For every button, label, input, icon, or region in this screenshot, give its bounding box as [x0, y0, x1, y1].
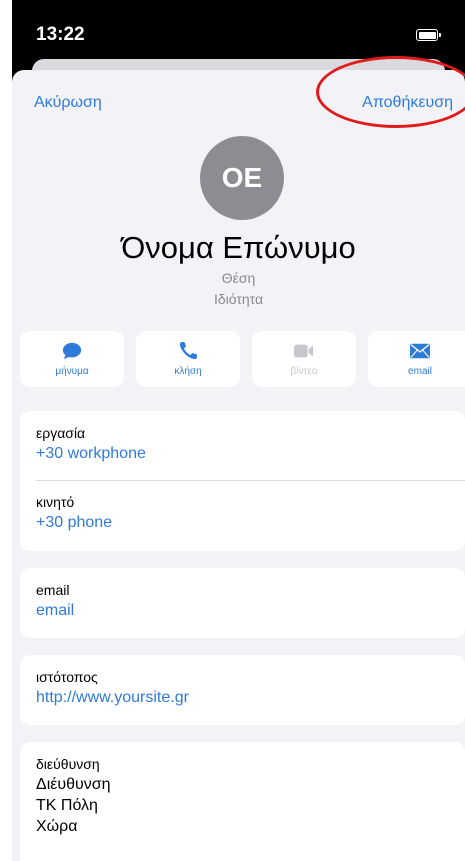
phone-screen: 13:22 Ακύρωση Αποθήκευση OE Όνομα Επώνυμ…	[12, 0, 465, 861]
contact-name: Όνομα Επώνυμο	[121, 230, 356, 265]
contact-edit-sheet: Ακύρωση Αποθήκευση OE Όνομα Επώνυμο Θέση…	[12, 56, 465, 861]
annotation-circle	[316, 56, 465, 128]
email-button[interactable]: email	[368, 331, 465, 387]
address-field[interactable]: διεύθυνση Διέυθυνση ΤΚ Πόλη Χώρα	[36, 756, 465, 837]
call-label: κλήση	[174, 366, 202, 377]
address-line-street: Διέυθυνση	[36, 776, 111, 793]
email-field-label: email	[36, 582, 70, 598]
phone-field-mobile[interactable]: κινητό +30 phone	[36, 494, 465, 532]
job-title: Θέση	[221, 270, 256, 286]
company: Ιδιότητα	[213, 291, 264, 307]
cancel-button[interactable]: Ακύρωση	[34, 94, 102, 112]
email-card: email email	[20, 568, 465, 638]
call-button[interactable]: κλήση	[136, 331, 240, 387]
email-field[interactable]: email email	[36, 582, 465, 620]
mail-icon	[410, 341, 430, 361]
divider	[36, 480, 465, 481]
battery-icon	[416, 29, 441, 41]
phone-value-mobile[interactable]: +30 phone	[36, 514, 465, 532]
message-label: μήνυμα	[55, 366, 89, 377]
phone-card: εργασία +30 workphone κινητό +30 phone	[20, 411, 465, 551]
website-label: ιστότοπος	[36, 669, 98, 685]
phone-label-work: εργασία	[36, 425, 86, 441]
message-button[interactable]: μήνυμα	[20, 331, 124, 387]
address-line-country: Χώρα	[36, 818, 78, 835]
video-button[interactable]: βίντεο	[252, 331, 356, 387]
avatar-initials: OE	[221, 162, 263, 193]
avatar[interactable]: OE	[200, 136, 284, 220]
email-label: email	[408, 366, 432, 377]
status-time: 13:22	[36, 24, 85, 45]
video-icon	[294, 341, 314, 361]
status-bar: 13:22	[12, 0, 465, 62]
website-value[interactable]: http://www.yoursite.gr	[36, 689, 465, 707]
address-line-city: ΤΚ Πόλη	[36, 797, 98, 814]
video-label: βίντεο	[290, 366, 318, 377]
address-card: διεύθυνση Διέυθυνση ΤΚ Πόλη Χώρα	[20, 742, 465, 861]
message-icon	[62, 341, 82, 361]
email-field-value[interactable]: email	[36, 602, 465, 620]
address-lines[interactable]: Διέυθυνση ΤΚ Πόλη Χώρα	[36, 774, 465, 837]
website-card: ιστότοπος http://www.yoursite.gr	[20, 655, 465, 725]
website-field[interactable]: ιστότοπος http://www.yoursite.gr	[36, 669, 465, 707]
phone-icon	[178, 341, 198, 361]
phone-label-mobile: κινητό	[36, 494, 75, 510]
address-label: διεύθυνση	[36, 756, 100, 772]
quick-actions: μήνυμα κλήση βίντεο email	[20, 331, 465, 387]
phone-field-work[interactable]: εργασία +30 workphone	[36, 425, 465, 463]
phone-value-work[interactable]: +30 workphone	[36, 445, 465, 463]
